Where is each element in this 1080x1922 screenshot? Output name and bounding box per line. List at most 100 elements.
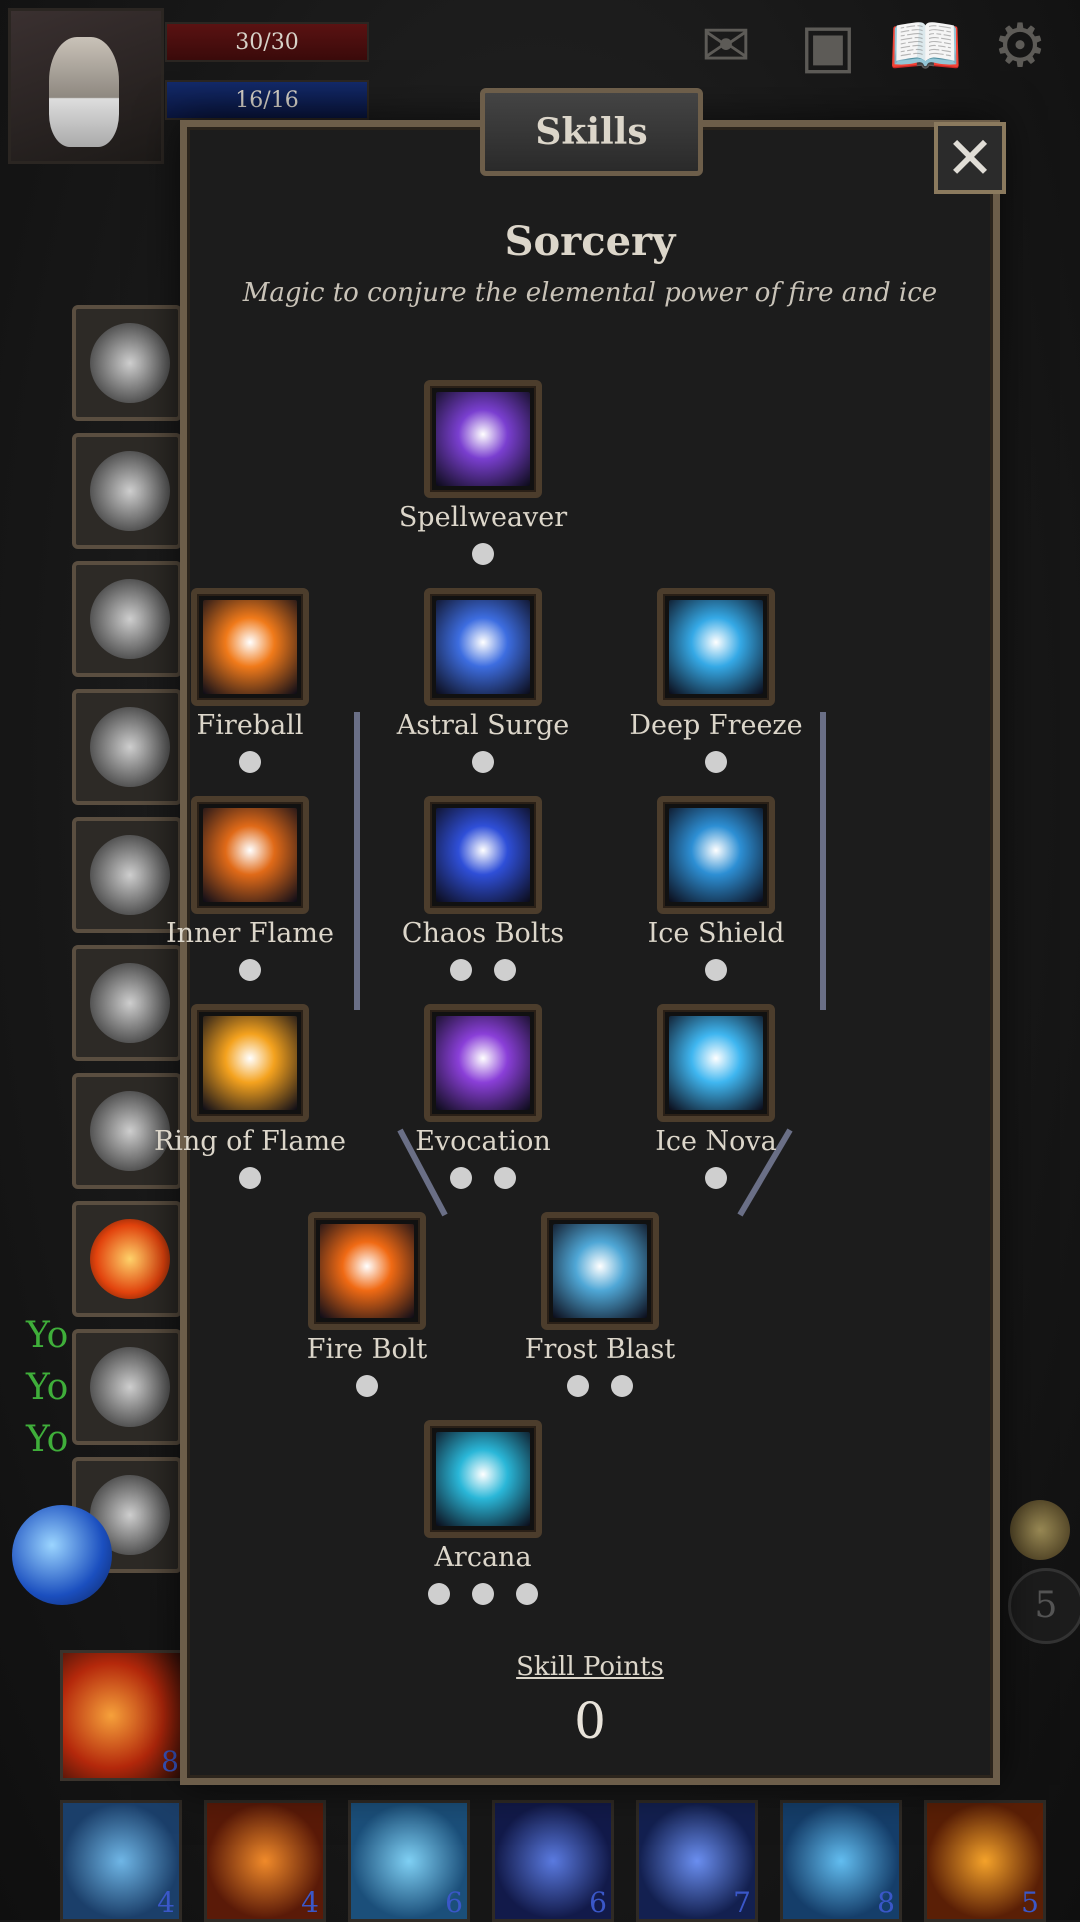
book-icon[interactable]: 📖 [888,10,963,82]
category-warrior-icon[interactable] [72,305,182,421]
slot-count: 4 [157,1886,175,1919]
evocation-icon [424,1004,542,1122]
hotbar-slot[interactable]: 4 [60,1800,182,1922]
skill-rank-dots [140,751,360,773]
skill-node-chaos-bolts[interactable]: Chaos Bolts [373,796,593,981]
player-portrait[interactable] [8,8,164,164]
skill-node-evocation[interactable]: Evocation [373,1004,593,1189]
category-sorcery-icon[interactable] [72,1201,182,1317]
skill-rank-dots [373,1167,593,1189]
chat-line: Yo [26,1315,69,1356]
health-bar: 30/30 [165,22,369,62]
fireball-icon [191,588,309,706]
rank-dot [472,751,494,773]
hotbar-slot[interactable]: 5 [924,1800,1046,1922]
frost-blast-icon [541,1212,659,1330]
potion-icon[interactable] [12,1505,112,1605]
ice-shield-icon [657,796,775,914]
close-button[interactable]: ✕ [934,122,1006,194]
skill-label: Astral Surge [396,710,570,741]
skill-label: Arcana [434,1542,532,1573]
deep-freeze-icon [657,588,775,706]
hotbar-slot[interactable]: 8 [780,1800,902,1922]
skill-rank-dots [257,1375,477,1397]
chat-line: Yo [26,1367,69,1408]
health-text: 30/30 [235,29,299,55]
skill-label: Inner Flame [166,918,334,949]
rank-dot [450,1167,472,1189]
skill-node-ice-nova[interactable]: Ice Nova [606,1004,826,1189]
skill-node-frost-blast[interactable]: Frost Blast [490,1212,710,1397]
skill-node-spellweaver[interactable]: Spellweaver [373,380,593,565]
wizard-face-icon [49,37,119,147]
skill-node-fireball[interactable]: Fireball [140,588,360,773]
inventory-icon[interactable]: ▣ [792,10,864,82]
skill-rank-dots [373,959,593,981]
slot-count: 8 [877,1886,895,1919]
panel-title: Skills [480,88,703,176]
hotbar-slot[interactable]: 6 [348,1800,470,1922]
skill-rank-dots [490,1375,710,1397]
skill-label: Ice Shield [647,918,785,949]
skill-node-astral-surge[interactable]: Astral Surge [373,588,593,773]
skill-rank-dots [606,959,826,981]
gear-icon[interactable]: ⚙ [984,10,1056,82]
skill-node-arcana[interactable]: Arcana [373,1420,593,1605]
skill-label: Fire Bolt [306,1334,428,1365]
skill-label: Ice Nova [655,1126,777,1157]
rank-dot [472,543,494,565]
rank-dot [567,1375,589,1397]
mana-bar: 16/16 [165,80,369,120]
ice-nova-icon [657,1004,775,1122]
map-icon[interactable]: ✉ [690,10,762,82]
skill-tree-subtitle: Magic to conjure the elemental power of … [242,278,938,308]
skill-node-inner-flame[interactable]: Inner Flame [140,796,360,981]
slot-count: 6 [589,1886,607,1919]
skill-rank-dots [140,1167,360,1189]
category-bomb-icon[interactable] [72,433,182,549]
skill-node-ice-shield[interactable]: Ice Shield [606,796,826,981]
slot-count: 5 [1021,1886,1039,1919]
rank-dot [494,959,516,981]
skill-tree-title: Sorcery [504,218,676,265]
side-counter[interactable]: 5 [1008,1568,1080,1644]
skill-label: Evocation [415,1126,551,1157]
arcana-icon [424,1420,542,1538]
slot-count: 8 [161,1745,179,1778]
spellweaver-icon [424,380,542,498]
bottom-hotbar: 4 4 6 6 7 8 5 [60,1800,1046,1922]
skill-node-ring-of-flame[interactable]: Ring of Flame [140,1004,360,1189]
mana-text: 16/16 [235,87,299,113]
hotbar-slot[interactable]: 7 [636,1800,758,1922]
hotbar-slot[interactable]: 6 [492,1800,614,1922]
rank-dot [450,959,472,981]
skill-node-deep-freeze[interactable]: Deep Freeze [606,588,826,773]
rank-dot [611,1375,633,1397]
skill-rank-dots [140,959,360,981]
rank-dot [239,751,261,773]
skill-node-fire-bolt[interactable]: Fire Bolt [257,1212,477,1397]
astral-surge-icon [424,588,542,706]
skill-points-value: 0 [574,1692,606,1750]
coin-icon[interactable] [1010,1500,1070,1560]
skill-label: Deep Freeze [629,710,803,741]
rank-dot [516,1583,538,1605]
rank-dot [705,751,727,773]
ring-of-flame-icon [191,1004,309,1122]
skill-rank-dots [606,751,826,773]
chat-line: Yo [26,1419,69,1460]
chaos-bolts-icon [424,796,542,914]
skill-rank-dots [606,1167,826,1189]
slot-count: 7 [733,1886,751,1919]
hotbar-slot-fireball[interactable]: 8 [60,1650,186,1781]
slot-count: 6 [445,1886,463,1919]
inner-flame-icon [191,796,309,914]
skill-label: Spellweaver [398,502,568,533]
fire-bolt-icon [308,1212,426,1330]
hotbar-slot[interactable]: 4 [204,1800,326,1922]
skill-label: Fireball [196,710,304,741]
rank-dot [428,1583,450,1605]
skill-label: Ring of Flame [153,1126,347,1157]
category-wind-icon[interactable] [72,1329,182,1445]
skill-points-label: Skill Points [516,1652,664,1682]
